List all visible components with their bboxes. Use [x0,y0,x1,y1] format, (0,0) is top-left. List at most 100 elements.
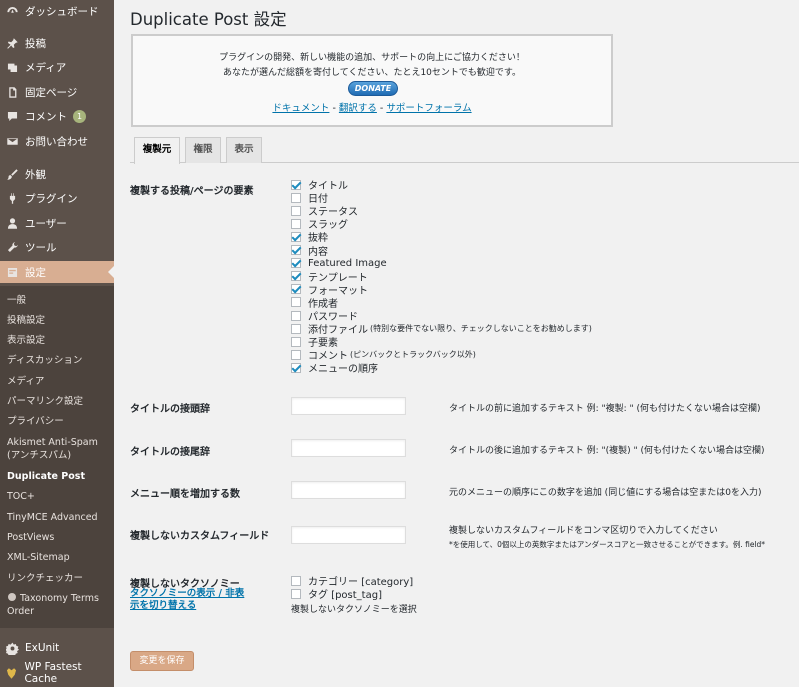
checkbox[interactable] [291,575,301,586]
title-suffix-input[interactable] [291,439,406,457]
submenu-item[interactable]: 投稿設定 [7,314,111,327]
checkbox[interactable] [291,310,301,321]
submenu-item[interactable]: リンクチェッカー [7,572,111,585]
menu-item-label: 設定 [25,266,46,279]
menu-item-label: ツール [25,241,57,254]
plugin-icon [5,191,19,205]
checkbox[interactable] [291,271,301,282]
submenu-item[interactable]: プライバシー [7,415,111,428]
tab-duplicate-source[interactable]: 複製元 [134,137,180,164]
element-option[interactable]: Featured Image [291,257,387,270]
element-option[interactable]: 日付 [291,191,328,205]
donate-button[interactable]: DONATE [348,81,398,96]
checkbox[interactable] [291,336,301,347]
element-option[interactable]: フォーマット [291,283,368,297]
menu-item-exunit[interactable]: ExUnit [0,637,114,659]
element-option[interactable]: スラッグ [291,217,348,231]
element-option[interactable]: テンプレート [291,270,368,284]
checkbox[interactable] [291,349,301,360]
element-option[interactable]: タイトル [291,178,348,192]
title-suffix-label: タイトルの接尾辞 [130,447,210,458]
submenu-item[interactable]: ディスカッション [7,354,111,367]
submenu-item[interactable]: TOC+ [7,490,111,503]
title-prefix-input[interactable] [291,397,406,415]
menu-item-plugins[interactable]: プラグイン [0,187,114,209]
checkbox[interactable] [291,362,301,373]
checkbox[interactable] [291,192,301,203]
menu-item-media[interactable]: メディア [0,56,114,78]
element-option[interactable]: コメント (ピンバックとトラックバック以外) [291,348,476,362]
menu-item-appearance[interactable]: 外観 [0,163,114,185]
checkbox[interactable] [291,323,301,334]
cheetah-icon [5,666,18,680]
admin-sidebar: ダッシュボード 投稿 メディア 固定ページ コメント 1 お問い合わせ 外観 プ… [0,0,114,687]
wrench-icon [5,240,19,254]
tab-permissions[interactable]: 権限 [185,137,221,163]
menu-item-contact[interactable]: お問い合わせ [0,130,114,152]
element-option[interactable]: 抜粋 [291,230,328,244]
submenu-item[interactable]: XML-Sitemap [7,551,111,564]
taxonomy-toggle-link[interactable]: タクソノミーの表示 / 非表示を切り替える [130,588,245,612]
dashboard-icon [5,4,19,18]
menu-item-dashboard[interactable]: ダッシュボード [0,0,114,22]
settings-icon [5,265,19,279]
menu-item-comments[interactable]: コメント 1 [0,105,114,127]
checkbox[interactable] [291,218,301,229]
element-option[interactable]: パスワード [291,309,358,323]
donate-box: プラグインの開発、新しい機能の追加、サポートの向上にご協力ください！ あなたが選… [131,34,613,127]
submenu-item[interactable]: 表示設定 [7,334,111,347]
donate-message-line2: あなたが選んだ総額を寄付してください、たとえ10セントでも歓迎です。 [222,68,521,78]
taxonomy-description: 複製しないタクソノミーを選択 [291,605,417,615]
element-option[interactable]: 作成者 [291,296,338,310]
menu-item-settings[interactable]: 設定 [0,261,114,283]
submenu-item[interactable]: PostViews [7,531,111,544]
save-changes-button[interactable]: 変更を保存 [130,651,194,671]
checkbox[interactable] [291,205,301,216]
tab-display[interactable]: 表示 [226,137,262,163]
element-option[interactable]: 内容 [291,244,328,258]
media-icon [5,60,19,74]
checkbox[interactable] [291,245,301,255]
checkbox[interactable] [291,297,301,308]
menu-order-description: 元のメニューの順序にこの数字を追加 (同じ値にする場合は空または0を入力) [449,488,762,498]
user-icon [5,216,19,230]
translate-link[interactable]: 翻訳する [339,103,377,114]
page-title: Duplicate Post 設定 [130,10,287,29]
documentation-link[interactable]: ドキュメント [272,103,329,114]
menu-item-label: メディア [25,61,67,74]
menu-item-wp-fastest-cache[interactable]: WP Fastest Cache [0,661,114,685]
menu-item-tools[interactable]: ツール [0,236,114,258]
element-option[interactable]: 添付ファイル (特別な要件でない限り、チェックしないことをお勧めします) [291,322,592,336]
element-option[interactable]: メニューの順序 [291,361,378,375]
menu-item-posts[interactable]: 投稿 [0,32,114,54]
submenu-item[interactable]: 一般 [7,294,111,307]
menu-item-label: コメント [25,110,67,123]
submenu-item[interactable]: TinyMCE Advanced [7,511,111,524]
custom-fields-note: *を使用して、0個以上の英数字またはアンダースコアと一致させることができます。例… [449,540,766,549]
checkbox[interactable] [291,284,301,295]
checkbox[interactable] [291,258,301,269]
element-option[interactable]: 子要素 [291,335,338,349]
menu-item-label: 投稿 [25,37,46,50]
menu-item-label: ダッシュボード [25,5,99,18]
menu-order-input[interactable] [291,481,406,499]
submenu-item[interactable]: パーマリンク設定 [7,395,111,408]
support-forum-link[interactable]: サポートフォーラム [386,103,471,114]
submenu-item-duplicate-post[interactable]: Duplicate Post [7,470,111,483]
checkbox-label: Featured Image [308,257,387,269]
taxonomy-option-post-tag[interactable]: タグ [post_tag] [291,587,382,601]
submenu-item[interactable]: Akismet Anti-Spam (アンチスパム) [7,436,111,462]
menu-item-users[interactable]: ユーザー [0,212,114,234]
element-option[interactable]: ステータス [291,204,358,218]
sort-icon [7,592,17,602]
submenu-item-taxonomy-terms-order[interactable]: Taxonomy Terms Order [7,592,111,618]
menu-item-label: 外観 [25,168,46,181]
submenu-item[interactable]: メディア [7,375,111,388]
custom-fields-input[interactable] [291,526,406,544]
settings-tabs: 複製元 権限 表示 [130,137,799,164]
menu-order-label: メニュー順を増加する数 [130,489,240,500]
checkbox[interactable] [291,231,301,242]
checkbox[interactable] [291,179,301,190]
checkbox[interactable] [291,588,301,599]
menu-item-pages[interactable]: 固定ページ [0,81,114,103]
